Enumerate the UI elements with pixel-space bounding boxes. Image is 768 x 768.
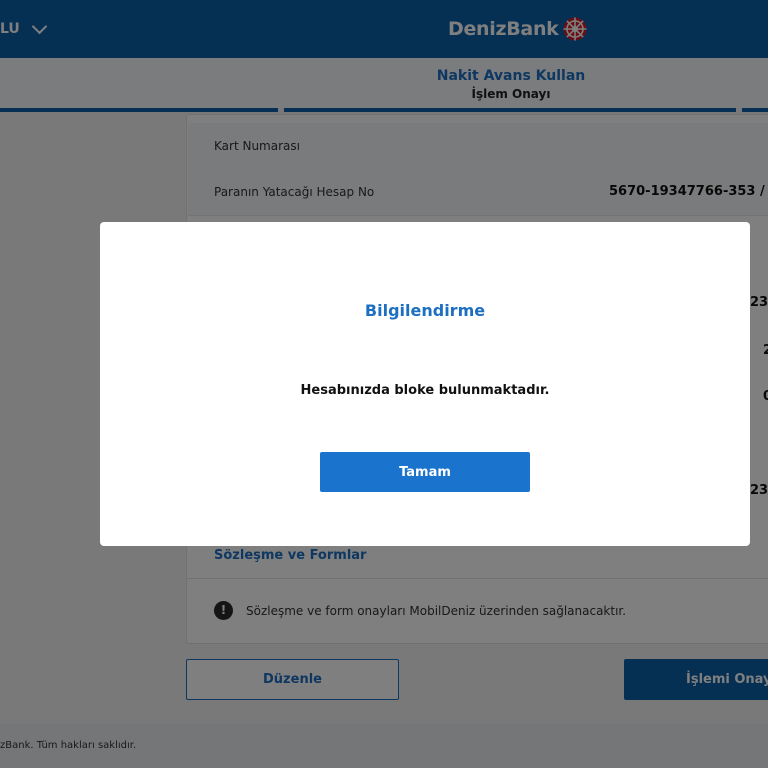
ok-button[interactable]: Tamam	[320, 452, 530, 492]
dialog-message: Hesabınızda bloke bulunmaktadır.	[300, 383, 550, 398]
info-dialog: Bilgilendirme Hesabınızda bloke bulunmak…	[100, 222, 750, 546]
dialog-title: Bilgilendirme	[364, 301, 486, 320]
